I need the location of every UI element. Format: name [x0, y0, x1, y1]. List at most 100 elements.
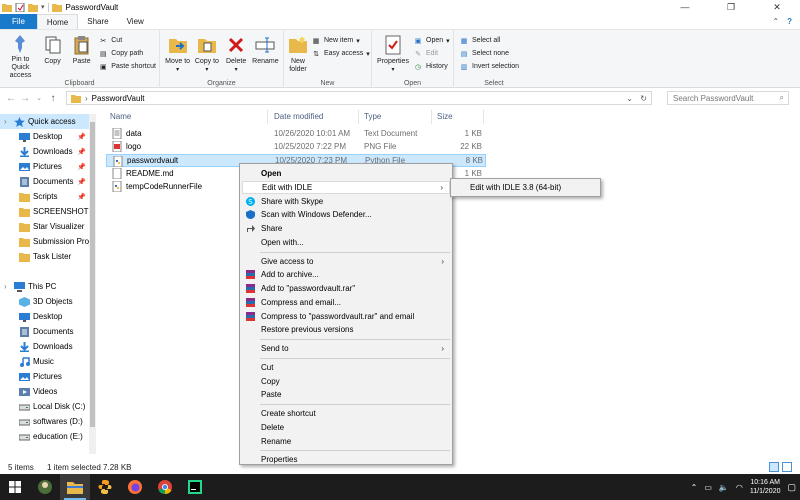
file-row[interactable]: data 10/26/2020 10:01 AM Text Document 1 KB: [106, 127, 486, 140]
sidebar-item[interactable]: Downloads: [0, 339, 96, 354]
file-row[interactable]: logo 10/25/2020 7:22 PM PNG File 22 KB: [106, 140, 486, 153]
context-menu-item[interactable]: Copy: [242, 375, 450, 388]
sidebar-item[interactable]: Documents: [0, 324, 96, 339]
column-separator[interactable]: [267, 110, 268, 124]
column-separator[interactable]: [431, 110, 432, 124]
forward-arrow-icon[interactable]: →: [18, 93, 32, 104]
paste-button[interactable]: Paste: [67, 32, 96, 76]
context-menu-item[interactable]: Delete: [242, 421, 450, 434]
context-menu-item[interactable]: Send to ›: [242, 342, 450, 355]
column-header-date[interactable]: Date modified: [274, 112, 323, 121]
sidebar-item[interactable]: Local Disk (C:): [0, 399, 96, 414]
edit-button[interactable]: ✎ Edit: [413, 48, 450, 59]
sidebar-item[interactable]: Music: [0, 354, 96, 369]
context-menu-item[interactable]: Add to "passwordvault.rar": [242, 282, 450, 295]
paste-shortcut-button[interactable]: ▣ Paste shortcut: [98, 61, 156, 72]
context-menu-item[interactable]: Edit with IDLE ›: [242, 180, 450, 194]
sidebar-item[interactable]: Task Lister: [0, 249, 96, 264]
clock[interactable]: 10:16 AM 11/1/2020: [750, 478, 781, 496]
breadcrumb-path[interactable]: PasswordVault: [92, 94, 145, 103]
context-menu-item[interactable]: Compress to "passwordvault.rar" and emai…: [242, 310, 450, 323]
sidebar-item[interactable]: SCREENSHOTS: [0, 204, 96, 219]
context-menu-item[interactable]: Open: [242, 167, 450, 180]
large-icons-view-icon[interactable]: [782, 462, 792, 472]
taskbar-app-pycharm[interactable]: [180, 474, 210, 500]
notifications-icon[interactable]: ▢: [787, 482, 796, 493]
up-arrow-icon[interactable]: ↑: [46, 93, 60, 104]
column-header-name[interactable]: Name: [110, 112, 131, 121]
help-icon[interactable]: ?: [787, 17, 792, 26]
context-menu-item[interactable]: Cut: [242, 361, 450, 374]
copy-to-button[interactable]: Copy to ▾: [192, 32, 221, 76]
customize-qat-icon[interactable]: ▾: [41, 3, 45, 11]
network-icon[interactable]: ▭: [704, 483, 712, 492]
properties-icon[interactable]: [15, 2, 25, 12]
context-menu-item[interactable]: Add to archive...: [242, 268, 450, 281]
move-to-button[interactable]: Move to ▾: [163, 32, 192, 76]
show-hidden-icons-icon[interactable]: ⌃: [691, 483, 698, 492]
new-item-button[interactable]: ▦ New item ▾: [311, 35, 370, 46]
collapse-ribbon-icon[interactable]: ⌃: [772, 17, 779, 26]
sidebar-item[interactable]: Submission Proj: [0, 234, 96, 249]
context-menu-item[interactable]: Paste: [242, 388, 450, 401]
copy-path-button[interactable]: ▤ Copy path: [98, 48, 156, 59]
column-header-size[interactable]: Size: [437, 112, 453, 121]
properties-button[interactable]: Properties ▾: [375, 32, 411, 76]
scrollbar-thumb[interactable]: [90, 122, 95, 427]
sidebar-item[interactable]: Star Visualizer: [0, 219, 96, 234]
taskbar-app-avatar[interactable]: [30, 474, 60, 500]
delete-button[interactable]: Delete ▾: [222, 32, 251, 76]
cut-button[interactable]: ✂ Cut: [98, 35, 156, 46]
easy-access-button[interactable]: ⇅ Easy access ▾: [311, 48, 370, 59]
start-button[interactable]: [0, 474, 30, 500]
sidebar-item[interactable]: softwares (D:): [0, 414, 96, 429]
rename-button[interactable]: Rename: [251, 32, 280, 76]
new-folder-icon[interactable]: [28, 3, 38, 12]
tab-home[interactable]: Home: [36, 14, 79, 29]
taskbar-app-firefox[interactable]: [120, 474, 150, 500]
sidebar-item[interactable]: 3D Objects: [0, 294, 96, 309]
sidebar-item[interactable]: Downloads 📌: [0, 144, 96, 159]
address-dropdown-icon[interactable]: ⌄: [626, 94, 633, 103]
context-menu-item[interactable]: Share: [242, 222, 450, 235]
folder-icon[interactable]: [2, 3, 12, 12]
sidebar-item[interactable]: › This PC: [0, 279, 96, 294]
context-menu-item[interactable]: Scan with Windows Defender...: [242, 208, 450, 221]
sidebar-item[interactable]: Desktop: [0, 309, 96, 324]
invert-selection-button[interactable]: ▥ Invert selection: [459, 61, 519, 72]
sidebar-item[interactable]: Desktop 📌: [0, 129, 96, 144]
column-separator[interactable]: [358, 110, 359, 124]
tab-view[interactable]: View: [118, 14, 153, 29]
open-button[interactable]: ▣ Open ▾: [413, 35, 450, 46]
back-arrow-icon[interactable]: ←: [4, 93, 18, 104]
taskbar-app-python[interactable]: [90, 474, 120, 500]
copy-button[interactable]: Copy: [38, 32, 67, 76]
context-menu-item[interactable]: Restore previous versions: [242, 323, 450, 336]
context-menu-item[interactable]: Give access to ›: [242, 255, 450, 268]
new-folder-button[interactable]: New folder: [287, 32, 309, 76]
context-menu-item[interactable]: Rename: [242, 435, 450, 448]
taskbar-app-chrome[interactable]: [150, 474, 180, 500]
address-bar[interactable]: › PasswordVault ⌄ ↻: [66, 91, 652, 105]
sidebar-item[interactable]: Pictures: [0, 369, 96, 384]
maximize-button[interactable]: ❐: [708, 0, 754, 14]
select-none-button[interactable]: ▤ Select none: [459, 48, 519, 59]
context-menu-item[interactable]: S Share with Skype: [242, 195, 450, 208]
context-menu-item[interactable]: Open with...: [242, 236, 450, 249]
tab-share[interactable]: Share: [78, 14, 117, 29]
column-header-type[interactable]: Type: [364, 112, 381, 121]
minimize-button[interactable]: —: [662, 0, 708, 14]
context-menu-item[interactable]: Compress and email...: [242, 296, 450, 309]
sidebar-item[interactable]: education (E:): [0, 429, 96, 444]
expand-chevron-icon[interactable]: ›: [4, 117, 14, 126]
sidebar-item[interactable]: Pictures 📌: [0, 159, 96, 174]
sidebar-item[interactable]: Videos: [0, 384, 96, 399]
taskbar-app-explorer[interactable]: [60, 474, 90, 500]
details-view-icon[interactable]: [769, 462, 779, 472]
volume-icon[interactable]: 🔈: [719, 483, 729, 492]
refresh-icon[interactable]: ↻: [640, 94, 647, 103]
tab-file[interactable]: File: [0, 14, 37, 29]
breadcrumb-separator-icon[interactable]: ›: [85, 94, 88, 103]
pin-quick-access-button[interactable]: Pin to Quick access: [3, 32, 38, 79]
wifi-icon[interactable]: ◠: [736, 483, 743, 492]
